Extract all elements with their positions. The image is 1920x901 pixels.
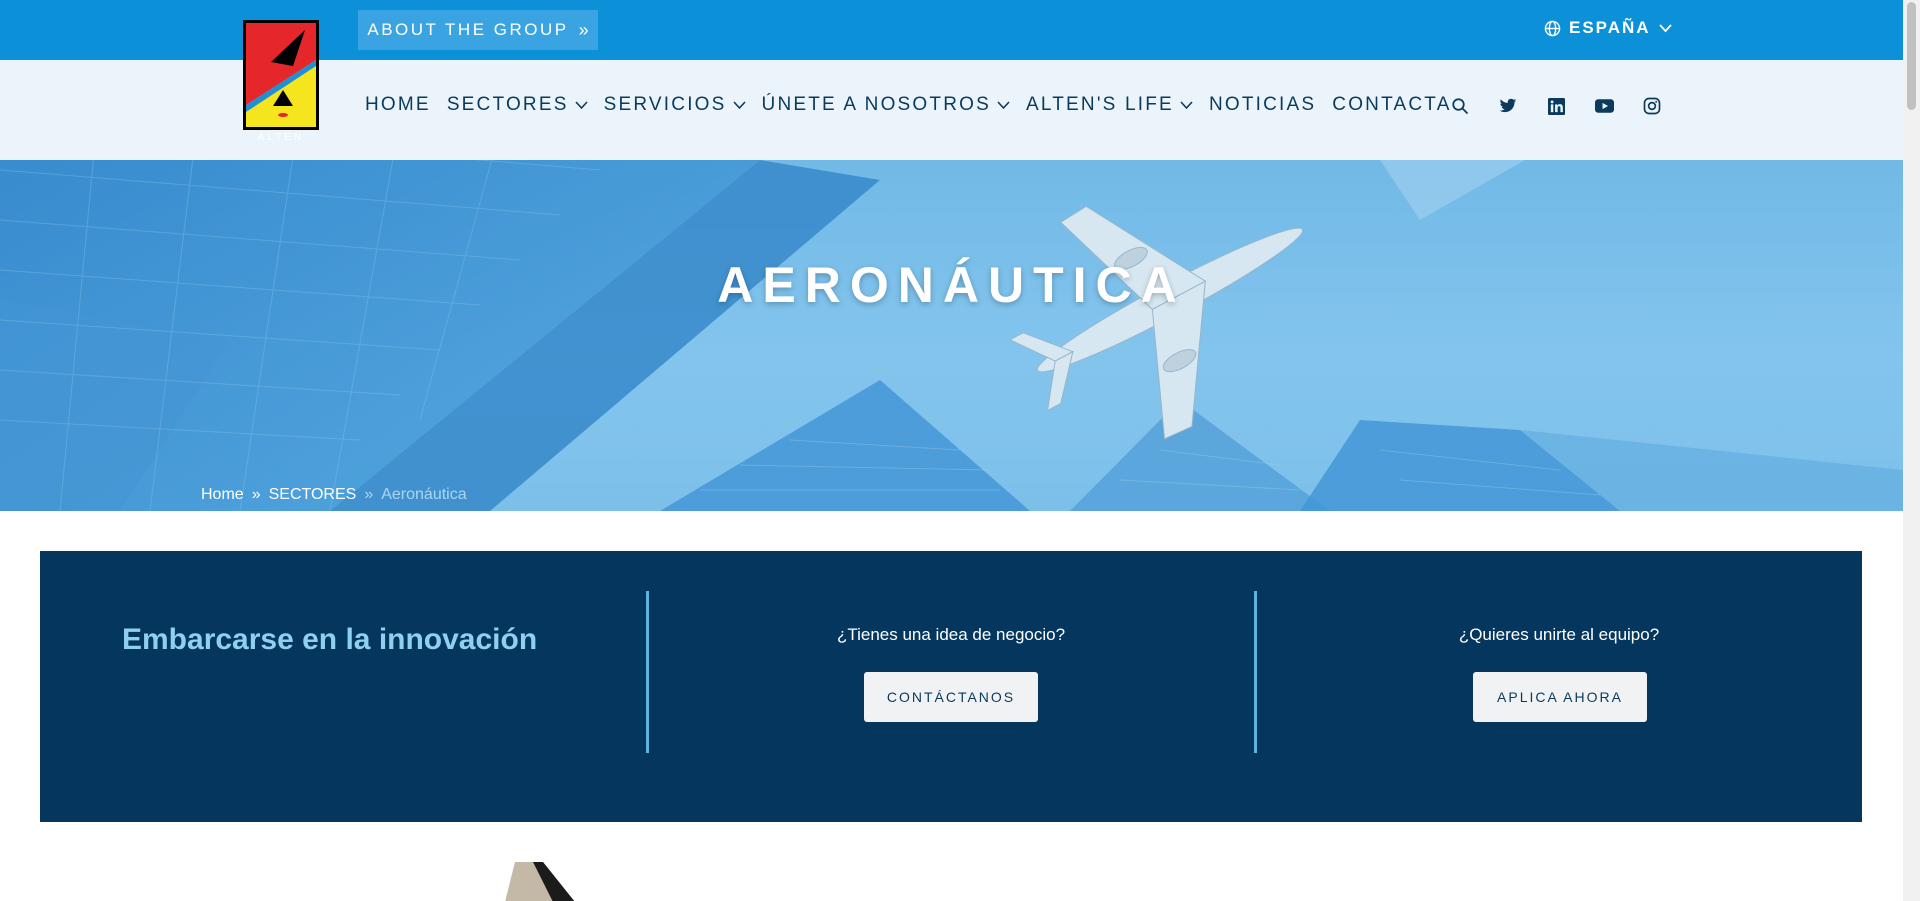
nav-item-unete[interactable]: ÚNETE A NOSOTROS <box>762 94 1010 116</box>
search-icon[interactable] <box>1448 94 1472 118</box>
chevron-down-icon <box>732 100 746 109</box>
nav-label: HOME <box>365 94 431 115</box>
social-links <box>1448 94 1664 118</box>
twitter-icon[interactable] <box>1496 94 1520 118</box>
breadcrumb-separator: » <box>364 486 374 503</box>
nav-item-contacta[interactable]: CONTACTA <box>1332 94 1451 116</box>
page: AERONÁUTICA Home » SECTORES » Aeronáutic… <box>0 0 1903 901</box>
nav-item-home[interactable]: HOME <box>365 94 431 116</box>
cta-band: Embarcarse en la innovación ¿Tienes una … <box>40 551 1862 822</box>
cta-title: Embarcarse en la innovación <box>122 623 538 656</box>
chevron-down-icon <box>1180 100 1193 109</box>
breadcrumb-sectores[interactable]: SECTORES <box>269 486 357 504</box>
chevron-down-icon <box>997 100 1010 109</box>
language-selector[interactable]: ESPAÑA <box>1544 18 1672 38</box>
page-scrollbar[interactable] <box>1903 0 1920 901</box>
join-team-question: ¿Quieres unirte al equipo? <box>1458 625 1660 644</box>
nav-item-noticias[interactable]: NOTICIAS <box>1209 94 1316 116</box>
language-label: ESPAÑA <box>1569 18 1651 37</box>
chevron-down-icon <box>1658 23 1672 32</box>
alten-logo-mark: ALTEN <box>243 20 319 143</box>
globe-icon <box>1544 20 1561 36</box>
main-menu: HOME SECTORES SERVICIOS ÚNETE A NOSOTROS… <box>365 60 1452 150</box>
about-the-group-label: ABOUT THE GROUP <box>367 20 569 39</box>
nav-label: NOTICIAS <box>1208 94 1317 115</box>
chevron-down-icon <box>575 100 588 109</box>
about-the-group-button[interactable]: ABOUT THE GROUP » <box>358 10 598 50</box>
contactanos-button[interactable]: CONTÁCTANOS <box>864 672 1038 722</box>
breadcrumb-home[interactable]: Home <box>201 486 244 504</box>
nav-item-altens-life[interactable]: ALTEN'S LIFE <box>1026 94 1193 116</box>
nav-item-sectores[interactable]: SECTORES <box>447 94 588 116</box>
nav-label: ÚNETE A NOSOTROS <box>761 94 991 115</box>
logo-wordmark: ALTEN <box>258 132 305 142</box>
double-chevron-right-icon: » <box>578 19 589 40</box>
page-title: AERONÁUTICA <box>717 257 1186 313</box>
breadcrumb: Home » SECTORES » Aeronáutica <box>201 486 467 504</box>
nav-item-servicios[interactable]: SERVICIOS <box>604 94 746 116</box>
instagram-icon[interactable] <box>1640 94 1664 118</box>
nav-label: ALTEN'S LIFE <box>1026 94 1174 115</box>
scrollbar-thumb[interactable] <box>1907 2 1916 110</box>
alten-logo[interactable]: ALTEN <box>243 20 319 143</box>
section-image-teaser <box>505 862 575 901</box>
breadcrumb-current: Aeronáutica <box>381 486 467 503</box>
nav-label: SERVICIOS <box>603 94 727 115</box>
divider <box>646 591 649 753</box>
linkedin-icon[interactable] <box>1544 94 1568 118</box>
breadcrumb-separator: » <box>251 486 261 503</box>
hero-background-image <box>0 160 1903 511</box>
aplica-ahora-button[interactable]: APLICA AHORA <box>1473 672 1647 722</box>
hero-banner: AERONÁUTICA Home » SECTORES » Aeronáutic… <box>0 160 1903 511</box>
nav-label: SECTORES <box>446 94 569 115</box>
divider <box>1254 591 1257 753</box>
nav-label: CONTACTA <box>1332 94 1452 115</box>
business-idea-question: ¿Tienes una idea de negocio? <box>836 625 1066 644</box>
youtube-icon[interactable] <box>1592 94 1616 118</box>
